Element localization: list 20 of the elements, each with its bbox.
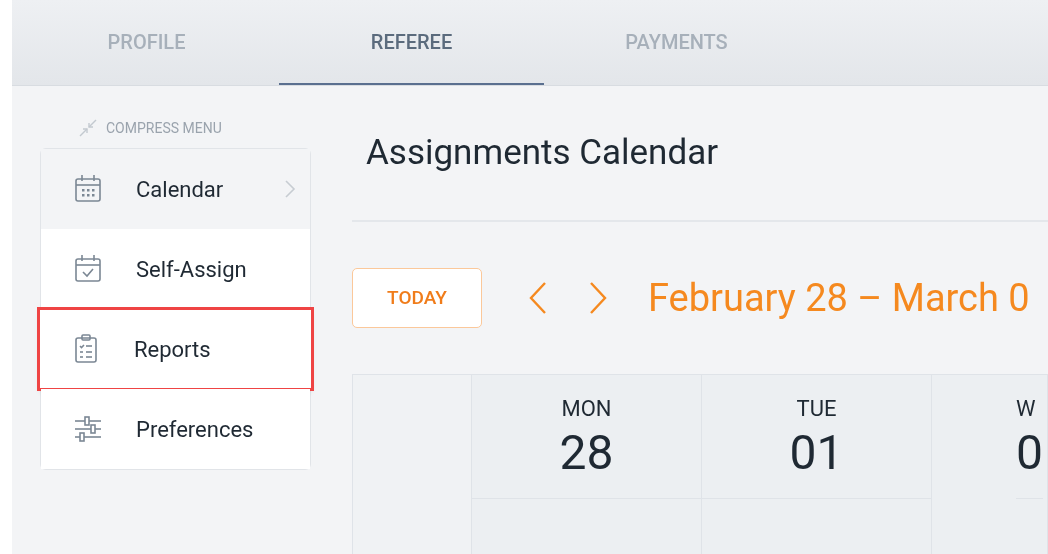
calendar-icon [73, 173, 103, 205]
weekday-label: TUE [796, 395, 837, 423]
compress-icon [78, 118, 98, 138]
compress-menu-button[interactable]: COMPRESS MENU [78, 116, 312, 140]
page-title: Assignments Calendar [366, 130, 719, 175]
chevron-right-icon [588, 281, 608, 315]
tab[interactable]: REFEREE [279, 0, 544, 85]
day-number: 0 [1016, 425, 1043, 481]
weekday-label: MON [561, 395, 612, 423]
menu-item[interactable]: Preferences [41, 389, 310, 469]
menu-item[interactable]: Reports [39, 309, 312, 389]
day-number: 01 [789, 425, 844, 481]
chevron-left-icon [528, 281, 548, 315]
menu-item[interactable]: Calendar [41, 149, 310, 229]
calendar-check-icon [73, 253, 103, 285]
weekday-label: W [1016, 395, 1036, 423]
date-range: February 28 – March 0 [648, 274, 1030, 322]
today-button[interactable]: TODAY [352, 268, 482, 328]
sliders-icon [73, 413, 103, 445]
day-number: 28 [559, 425, 614, 481]
